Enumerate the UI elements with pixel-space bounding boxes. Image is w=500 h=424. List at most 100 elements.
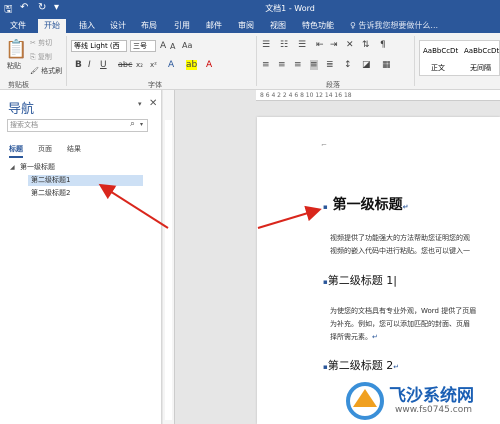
shading-icon[interactable]: ◪ (362, 60, 371, 70)
style-preview: AaBbCcDt (423, 47, 459, 55)
tab-layout[interactable]: 布局 (135, 19, 163, 33)
tree-item-heading1[interactable]: 第一级标题 (20, 162, 130, 173)
align-center-icon[interactable]: ≡ (278, 60, 286, 70)
paragraph-2-line-3[interactable]: 择所需元素。↵ (330, 331, 378, 344)
copy-label: 复制 (37, 53, 52, 61)
nav-title: 导航 (8, 102, 35, 117)
tab-results[interactable]: 结果 (67, 144, 81, 154)
change-case-icon[interactable]: Aa (182, 41, 192, 50)
separator (414, 36, 415, 86)
tree-item-heading2-1[interactable]: 第二级标题1 (28, 175, 143, 186)
cut-button[interactable]: ✂ 剪切 (30, 38, 52, 48)
bold-icon[interactable]: B (75, 60, 82, 70)
watermark-logo: 飞沙系统网 www.fs0745.com (345, 377, 500, 424)
navigation-pane: 导航 ▾ ✕ 搜索文档 ⌕ ▾ 标题 页面 结果 ◢ 第一级标题 第二级标题1 … (0, 90, 162, 424)
align-right-icon[interactable]: ≡ (294, 60, 302, 70)
style-no-spacing[interactable]: AaBbCcDt 无间隔 (461, 41, 500, 75)
watermark-icon (346, 382, 384, 420)
paste-icon[interactable]: 📋 (5, 39, 27, 60)
increase-indent-icon[interactable]: ⇥ (330, 40, 338, 50)
chinese-layout-icon[interactable]: ✕ (346, 40, 354, 50)
paste-label[interactable]: 粘贴 (7, 61, 21, 71)
tab-references[interactable]: 引用 (168, 19, 196, 33)
title-bar: 🖫 ↶ ↻ ▾ 文档1 - Word (0, 0, 500, 17)
paragraph-2-line-3-text: 择所需元素。 (330, 333, 372, 341)
show-marks-icon[interactable]: ¶ (380, 40, 386, 50)
highlight-icon[interactable]: ab (186, 60, 198, 70)
heading-2b[interactable]: ▪第二级标题 2↵ (323, 357, 399, 373)
paragraph-mark: ↵ (372, 333, 378, 341)
subscript-icon[interactable]: x₂ (136, 61, 143, 69)
horizontal-ruler[interactable]: 8 6 4 2 2 4 6 8 10 12 14 16 18 (256, 90, 500, 101)
strikethrough-icon[interactable]: abc (118, 60, 132, 69)
clipboard-group-label: 剪贴板 (8, 81, 29, 89)
ribbon: 📋 粘贴 ✂ 剪切 ⎘ 复制 🖌 格式刷 剪贴板 等线 Light (西 三号 … (0, 33, 500, 90)
sort-icon[interactable]: ⇅ (362, 40, 370, 50)
search-input[interactable]: 搜索文档 (7, 119, 148, 132)
borders-icon[interactable]: ▦ (382, 60, 391, 70)
tree-item-heading2-2[interactable]: 第二级标题2 (28, 188, 143, 199)
font-name-select[interactable]: 等线 Light (西 (71, 40, 127, 52)
heading-2a[interactable]: ▪第二级标题 1| (323, 272, 397, 288)
nav-options-icon[interactable]: ▾ (138, 100, 142, 108)
tab-view[interactable]: 视图 (264, 19, 292, 33)
tab-review[interactable]: 审阅 (232, 19, 260, 33)
multilevel-list-icon[interactable]: ☰ (298, 40, 306, 50)
separator (66, 36, 67, 86)
bullets-icon[interactable]: ☰ (262, 40, 270, 50)
window-title: 文档1 - Word (265, 4, 315, 13)
paragraph-mark: ↵ (402, 203, 409, 211)
style-name: 无间隔 (470, 64, 491, 72)
ruler-ticks: 8 6 4 2 2 4 6 8 10 12 14 16 18 (260, 92, 352, 99)
underline-icon[interactable]: U (100, 60, 107, 70)
cut-label: 剪切 (38, 39, 53, 47)
heading-1[interactable]: ▪ 第一级标题↵ (323, 194, 409, 214)
watermark-url: www.fs0745.com (395, 405, 472, 415)
font-size-select[interactable]: 三号 (130, 40, 156, 52)
close-icon[interactable]: ✕ (149, 98, 157, 109)
tab-pages[interactable]: 页面 (38, 144, 52, 154)
grow-font-icon[interactable]: A (160, 41, 166, 51)
watermark-text: 飞沙系统网 (389, 386, 474, 406)
tab-special[interactable]: 特色功能 (296, 19, 340, 33)
distributed-icon[interactable]: ≣ (326, 60, 334, 70)
copy-button[interactable]: ⎘ 复制 (30, 52, 52, 62)
text-effects-icon[interactable]: A (168, 60, 174, 70)
tab-home[interactable]: 开始 (38, 19, 66, 33)
tab-mailings[interactable]: 邮件 (200, 19, 228, 33)
tab-insert[interactable]: 插入 (73, 19, 101, 33)
paragraph-2-line-1[interactable]: 为使您的文档具有专业外观，Word 提供了页眉 (330, 305, 476, 318)
paragraph-1-line-2[interactable]: 视频的嵌入代码中进行粘贴。您也可以键入一 (330, 245, 470, 258)
font-color-icon[interactable]: A (206, 60, 212, 70)
tab-file[interactable]: 文件 (4, 19, 32, 33)
tab-design[interactable]: 设计 (104, 19, 132, 33)
ribbon-tabs: 文件 开始 插入 设计 布局 引用 邮件 审阅 视图 特色功能 ♀ 告诉我您想要… (0, 17, 500, 33)
styles-gallery: AaBbCcDt 正文 AaBbCcDt 无间隔 (419, 40, 500, 76)
align-left-icon[interactable]: ≡ (262, 60, 270, 70)
style-normal[interactable]: AaBbCcDt 正文 (420, 41, 460, 75)
heading-1-text: 第一级标题 (332, 197, 403, 213)
tell-me-search[interactable]: ♀ 告诉我您想要做什么... (350, 20, 438, 31)
heading-2a-text: 第二级标题 1 (327, 274, 394, 287)
line-spacing-icon[interactable]: ↕ (344, 60, 352, 70)
justify-icon[interactable]: ≡ (310, 60, 318, 70)
style-name: 正文 (431, 64, 445, 72)
style-preview: AaBbCcDt (464, 47, 500, 55)
shrink-font-icon[interactable]: A (170, 42, 175, 51)
decrease-indent-icon[interactable]: ⇤ (316, 40, 324, 50)
collapse-icon[interactable]: ◢ (10, 164, 15, 171)
search-dropdown-icon[interactable]: ▾ (140, 121, 143, 128)
paragraph-1-line-1[interactable]: 视频提供了功能强大的方法帮助您证明您的观 (330, 232, 470, 245)
italic-icon[interactable]: I (88, 60, 91, 70)
collapse-marker: ▪ (323, 203, 328, 211)
superscript-icon[interactable]: x² (150, 61, 157, 69)
numbering-icon[interactable]: ☷ (280, 40, 288, 50)
heading-2b-text: 第二级标题 2 (327, 359, 394, 372)
vertical-ruler[interactable] (163, 90, 175, 424)
format-painter-button[interactable]: 🖌 格式刷 (30, 66, 62, 76)
tab-headings[interactable]: 标题 (9, 144, 23, 158)
font-group-label: 字体 (148, 81, 162, 89)
paragraph-2-line-2[interactable]: 为补充。例如，您可以添加匹配的封面、页眉 (330, 318, 470, 331)
separator (256, 36, 257, 86)
search-icon[interactable]: ⌕ (130, 119, 135, 129)
